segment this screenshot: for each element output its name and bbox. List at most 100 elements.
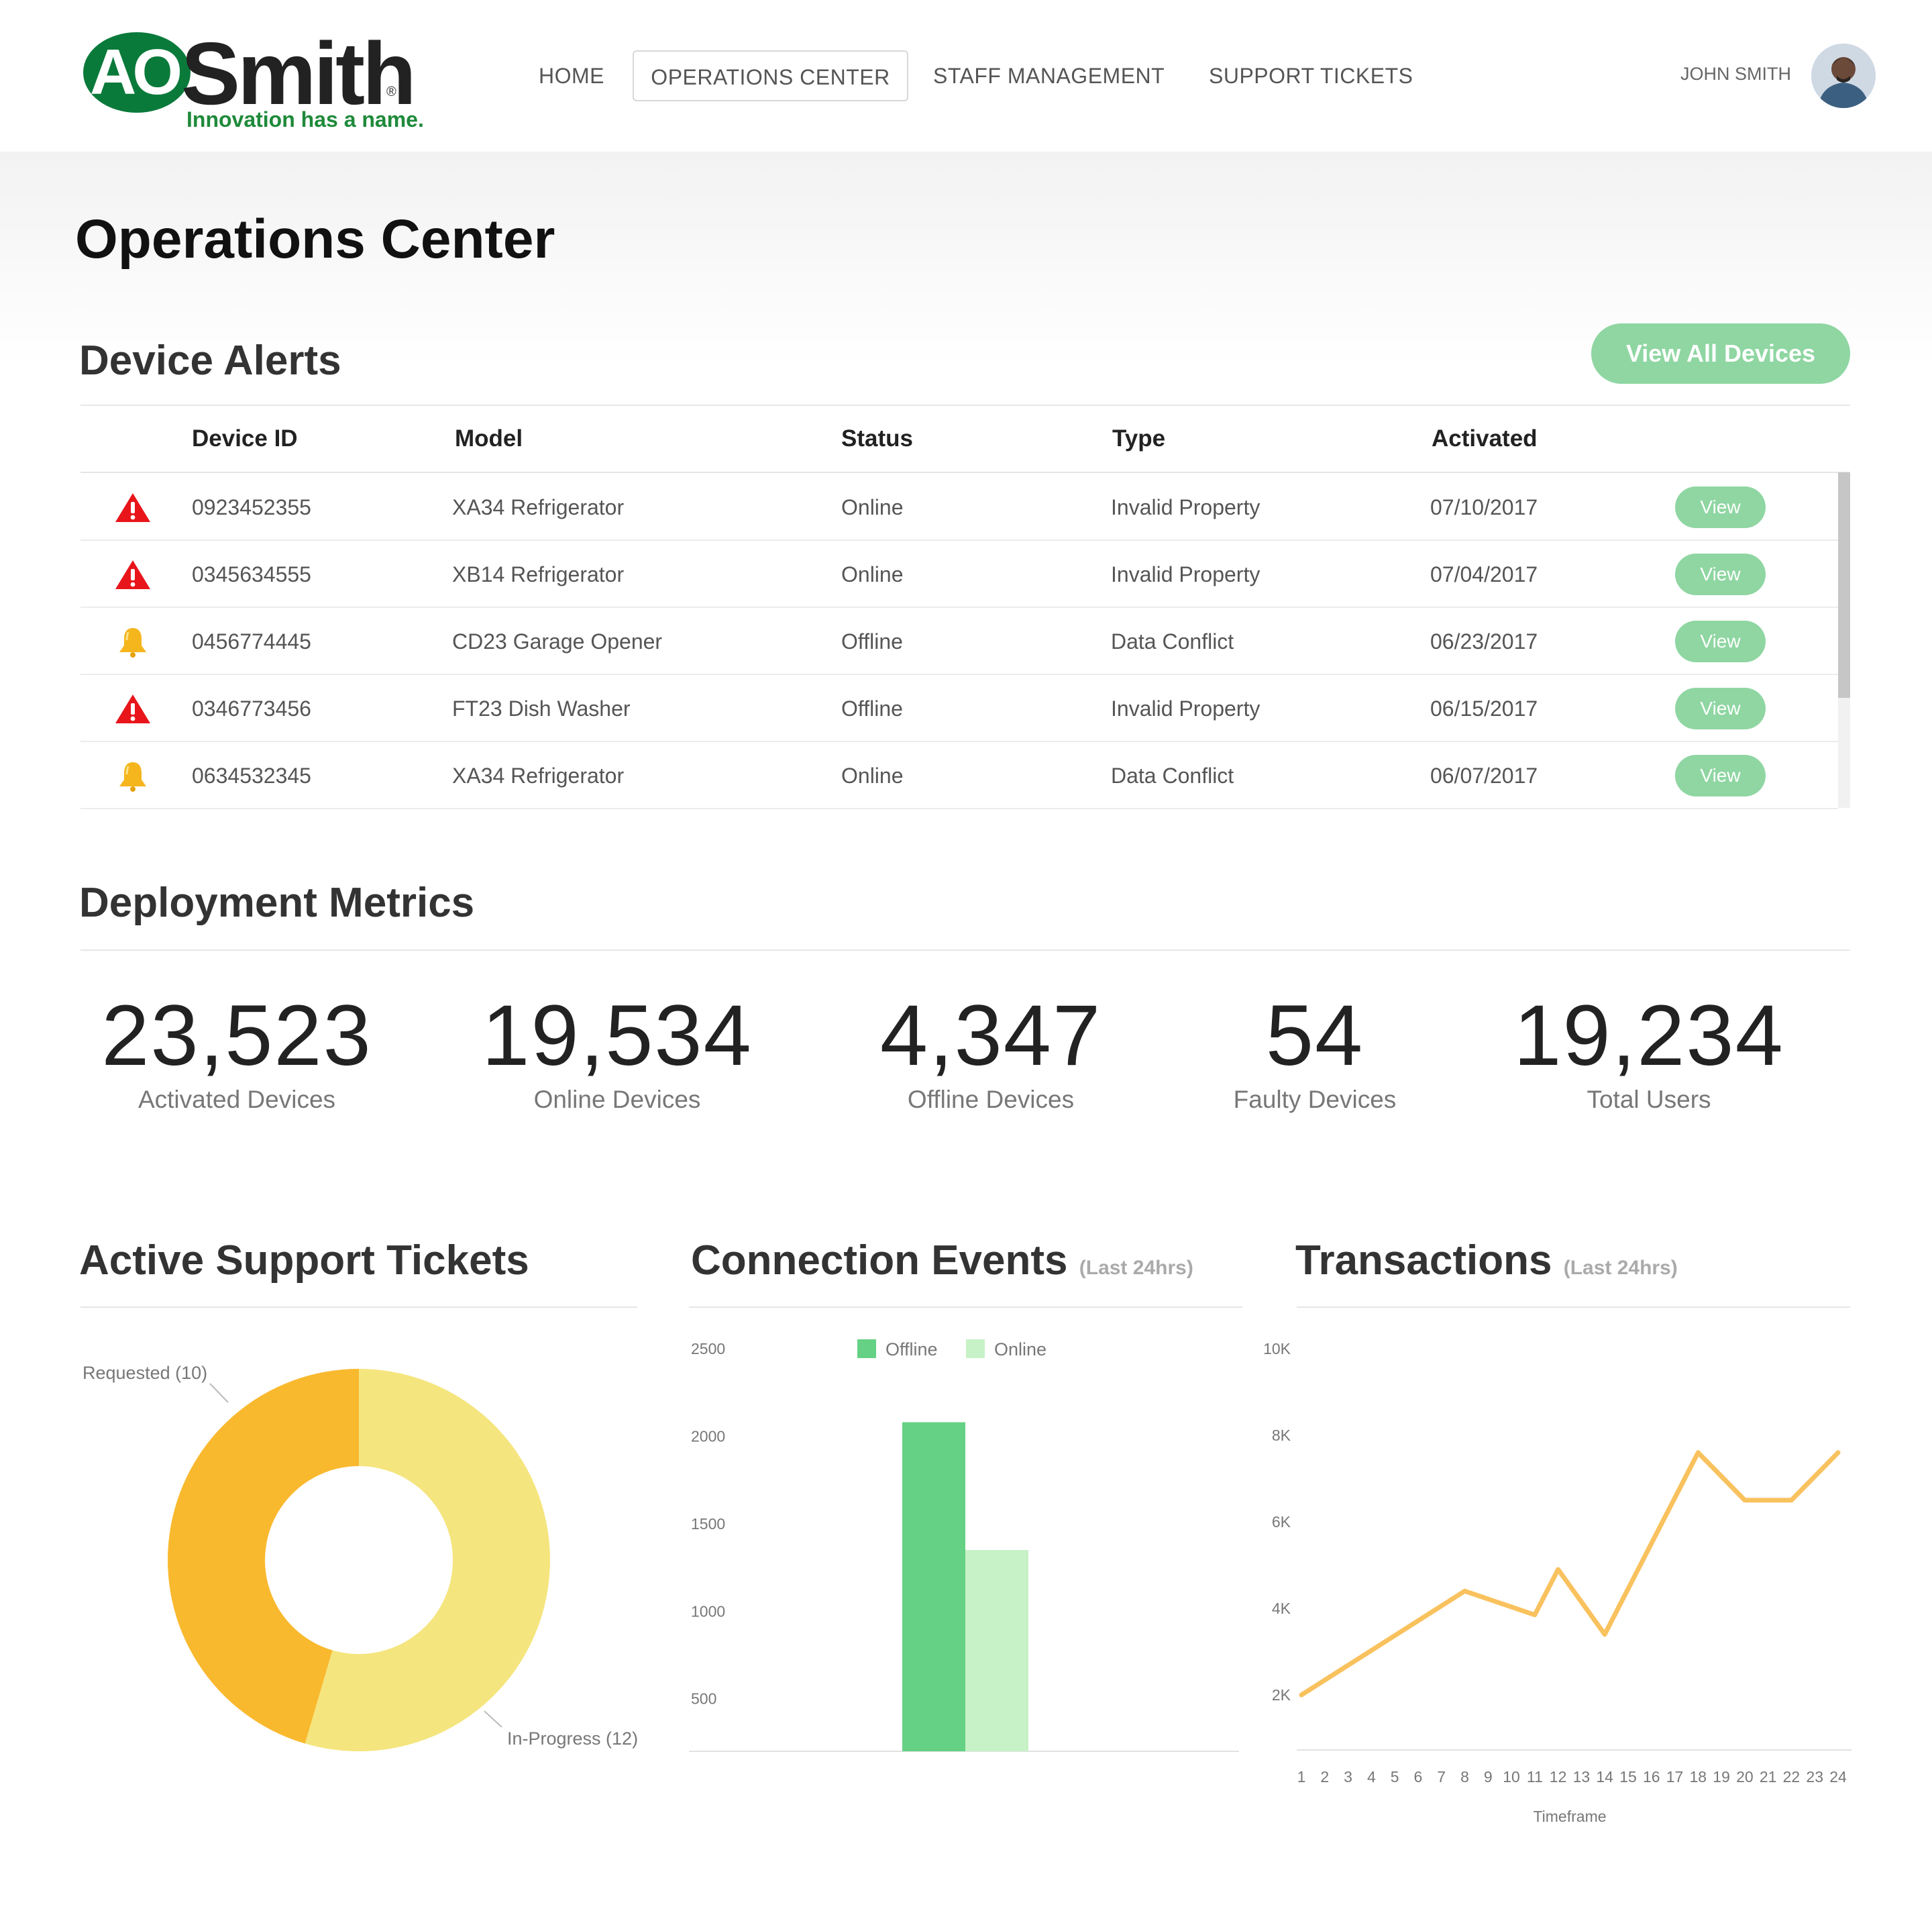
series-line[interactable] xyxy=(1299,1450,1841,1698)
nav-support-tickets[interactable]: SUPPORT TICKETS xyxy=(1209,50,1413,101)
view-all-devices-button[interactable]: View All Devices xyxy=(1591,323,1850,384)
x-tick-label: 18 xyxy=(1690,1768,1707,1786)
avatar-image xyxy=(1811,44,1876,108)
column-header-device-id[interactable]: Device ID xyxy=(192,425,298,452)
table-row[interactable]: 0346773456 FT23 Dish Washer Offline Invalid… xyxy=(80,675,1838,742)
cell-model: XA34 Refrigerator xyxy=(452,764,625,788)
avatar[interactable] xyxy=(1811,44,1876,108)
transactions-title: Transactions (Last 24hrs) xyxy=(1295,1237,1678,1284)
device-alerts-title: Device Alerts xyxy=(79,338,341,384)
column-header-activated[interactable]: Activated xyxy=(1432,425,1538,452)
logo-badge: AO xyxy=(83,32,191,113)
table-row[interactable]: 0345634555 XB14 Refrigerator Online Invalid… xyxy=(80,541,1838,608)
x-tick-label: 24 xyxy=(1829,1768,1847,1786)
cell-model: CD23 Garage Opener xyxy=(452,629,663,654)
cell-activated-date: 07/10/2017 xyxy=(1430,495,1538,519)
metric-value-offline-devices: 4,347 xyxy=(879,988,1102,1084)
y-tick-label: 2500 xyxy=(691,1340,725,1357)
bar[interactable] xyxy=(965,1550,1028,1751)
x-tick-label: 20 xyxy=(1736,1768,1754,1786)
cell-type: Invalid Property xyxy=(1111,495,1260,519)
divider xyxy=(80,1306,637,1308)
table-row[interactable]: 0634532345 XA34 Refrigerator Online Data Co… xyxy=(80,742,1838,809)
user-name[interactable]: JOHN SMITH xyxy=(1680,64,1791,85)
cell-device-id: 0923452355 xyxy=(192,495,311,519)
legend-swatch xyxy=(857,1339,876,1358)
table-scrollbar-thumb[interactable] xyxy=(1838,472,1850,698)
cell-status: Online xyxy=(841,764,904,788)
cell-type: Invalid Property xyxy=(1111,562,1260,586)
view-device-button[interactable]: View xyxy=(1675,621,1766,662)
cell-status: Offline xyxy=(841,629,903,654)
x-tick-label: 22 xyxy=(1783,1768,1801,1786)
x-tick-label: 21 xyxy=(1760,1768,1777,1786)
bar[interactable] xyxy=(902,1422,965,1751)
leader-line xyxy=(484,1710,502,1728)
x-tick-label: 3 xyxy=(1344,1768,1352,1786)
cell-model: XA34 Refrigerator xyxy=(452,495,625,519)
cell-activated-date: 06/07/2017 xyxy=(1430,764,1538,788)
view-device-button[interactable]: View xyxy=(1675,755,1766,796)
x-tick-label: 13 xyxy=(1573,1768,1591,1786)
cell-type: Data Conflict xyxy=(1111,764,1234,788)
x-tick-label: 8 xyxy=(1460,1768,1469,1786)
nav-staff-management[interactable]: STAFF MANAGEMENT xyxy=(933,50,1165,101)
metric-value-total-users: 19,234 xyxy=(1513,988,1784,1084)
x-tick-label: 9 xyxy=(1484,1768,1493,1786)
y-tick-label: 1000 xyxy=(691,1602,725,1620)
metric-label-total-users: Total Users xyxy=(1587,1086,1711,1113)
view-device-button[interactable]: View xyxy=(1675,554,1766,595)
cell-status: Online xyxy=(841,562,904,586)
table-row[interactable]: 0923452355 XA34 Refrigerator Online Invalid… xyxy=(80,474,1838,541)
x-tick-label: 10 xyxy=(1503,1768,1520,1786)
cell-type: Invalid Property xyxy=(1111,696,1260,721)
metric-value-faulty-devices: 54 xyxy=(1265,988,1364,1084)
view-device-button[interactable]: View xyxy=(1675,688,1766,729)
cell-device-id: 0456774445 xyxy=(192,629,311,654)
warning-icon xyxy=(115,560,150,589)
leader-line xyxy=(209,1383,229,1403)
metric-label-activated-devices: Activated Devices xyxy=(138,1086,336,1113)
metric-value-online-devices: 19,534 xyxy=(482,988,753,1084)
y-tick-label: 6K xyxy=(1272,1513,1291,1531)
slice-label: Requested (10) xyxy=(83,1363,207,1383)
legend-label: Offline xyxy=(885,1339,938,1359)
table-header-divider xyxy=(80,472,1850,473)
divider xyxy=(80,949,1850,951)
x-tick-label: 7 xyxy=(1437,1768,1446,1786)
column-header-status[interactable]: Status xyxy=(841,425,913,452)
view-device-button[interactable]: View xyxy=(1675,486,1766,528)
warning-icon xyxy=(115,694,150,723)
cell-model: FT23 Dish Washer xyxy=(452,696,631,721)
cell-activated-date: 06/15/2017 xyxy=(1430,696,1538,721)
metric-value-activated-devices: 23,523 xyxy=(101,988,372,1084)
table-row[interactable]: 0456774445 CD23 Garage Opener Offline Data … xyxy=(80,608,1838,675)
metric-label-online-devices: Online Devices xyxy=(533,1086,701,1113)
y-tick-label: 10K xyxy=(1263,1340,1291,1357)
y-tick-label: 2000 xyxy=(691,1427,725,1445)
divider xyxy=(80,405,1850,406)
x-tick-label: 1 xyxy=(1297,1768,1306,1786)
warning-icon xyxy=(115,493,150,522)
cell-model: XB14 Refrigerator xyxy=(452,562,625,586)
nav-home[interactable]: HOME xyxy=(539,50,604,101)
column-header-type[interactable]: Type xyxy=(1112,425,1165,452)
logo-tagline: Innovation has a name. xyxy=(186,107,424,132)
x-axis-label: Timeframe xyxy=(1533,1808,1606,1825)
x-tick-label: 19 xyxy=(1713,1768,1730,1786)
connection-events-bar-chart: 2500 2000 1500 1000 500 Offline Online xyxy=(689,1339,1239,1752)
cell-device-id: 0634532345 xyxy=(192,764,311,788)
divider xyxy=(689,1306,1242,1308)
x-tick-label: 12 xyxy=(1550,1768,1567,1786)
page-title: Operations Center xyxy=(75,209,555,270)
brand-logo[interactable]: AO Smith ® Innovation has a name. xyxy=(80,24,429,141)
cell-activated-date: 07/04/2017 xyxy=(1430,562,1538,586)
nav-operations-center[interactable]: OPERATIONS CENTER xyxy=(633,50,908,101)
x-tick-label: 5 xyxy=(1391,1768,1399,1786)
bell-icon xyxy=(119,628,146,658)
x-tick-label: 11 xyxy=(1527,1768,1543,1786)
cell-activated-date: 06/23/2017 xyxy=(1430,629,1538,654)
y-tick-label: 4K xyxy=(1272,1600,1291,1617)
column-header-model[interactable]: Model xyxy=(455,425,523,452)
divider xyxy=(1297,1306,1850,1308)
